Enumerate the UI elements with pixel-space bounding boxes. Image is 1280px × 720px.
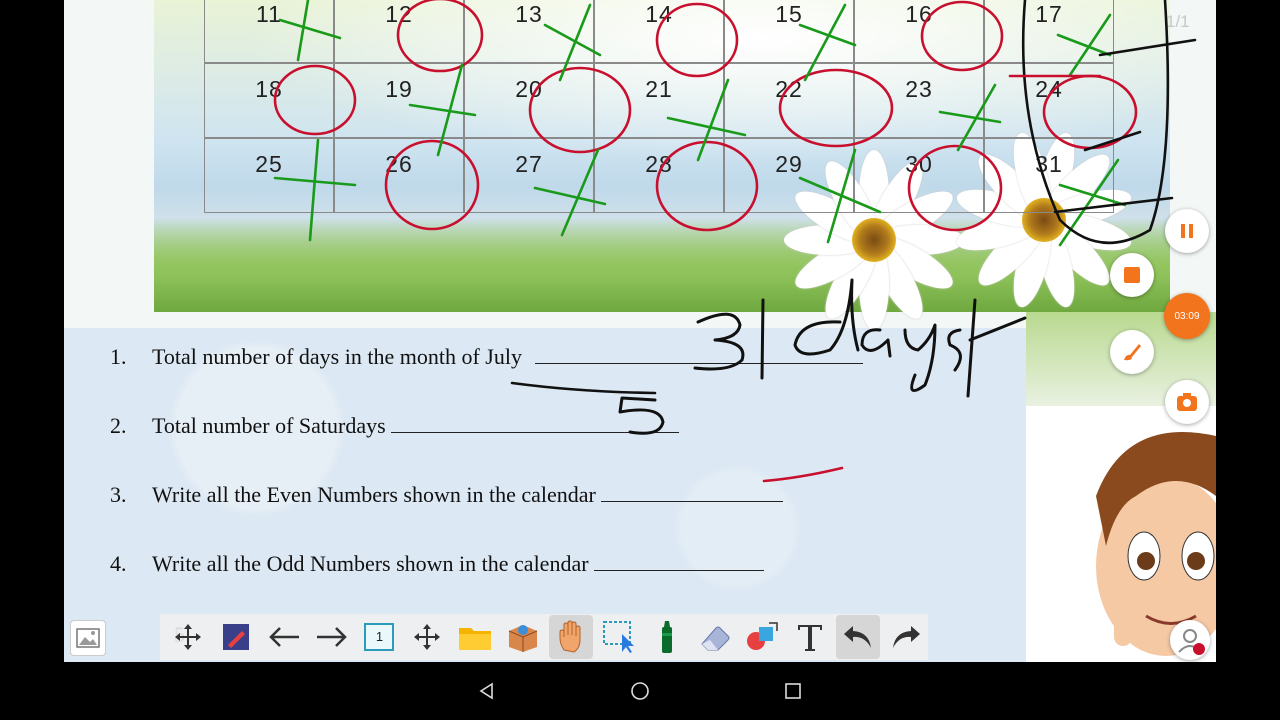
stop-icon: [1124, 267, 1140, 283]
calendar-cell: 24: [984, 63, 1114, 138]
calendar-cell: 18: [204, 63, 334, 138]
question-number: 3.: [110, 482, 127, 507]
page-button[interactable]: 1: [358, 615, 402, 659]
question-item: 3. Write all the Even Numbers shown in th…: [110, 482, 784, 508]
recents-square-icon: [785, 683, 801, 699]
pen-select-icon: [222, 624, 249, 650]
camera-button[interactable]: [1165, 380, 1209, 424]
drawing-toolbar: 1: [160, 614, 928, 660]
answer-blank: [391, 414, 680, 433]
calendar-cell: 15: [724, 0, 854, 63]
question-number: 4.: [110, 551, 127, 576]
shapes-icon: [747, 622, 779, 650]
calendar-cell: 23: [854, 63, 984, 138]
calendar-cell: 14: [594, 0, 724, 63]
calendar-grid: 11 12 13 14 15 16 17 18 19 20 21 22 23 2…: [204, 0, 1124, 238]
eraser-button[interactable]: [693, 615, 737, 659]
page-number: 1: [364, 623, 395, 651]
worksheet: 1. Total number of days in the month of J…: [64, 328, 1026, 662]
pause-button[interactable]: [1165, 209, 1209, 253]
brush-button[interactable]: [1110, 330, 1154, 374]
pan-icon: [414, 624, 441, 650]
calendar-cell: 29: [724, 138, 854, 213]
text-tool-button[interactable]: [788, 615, 832, 659]
brush-icon: [1124, 344, 1141, 361]
stop-button[interactable]: [1110, 253, 1154, 297]
avatar-button[interactable]: [1170, 620, 1210, 660]
calendar-cell: 20: [464, 63, 594, 138]
undo-button[interactable]: [836, 615, 881, 659]
question-item: 4. Write all the Odd Numbers shown in the…: [110, 551, 765, 577]
answer-blank: [601, 483, 784, 502]
hand-tool-button[interactable]: [549, 615, 593, 659]
selection-button[interactable]: [597, 615, 641, 659]
question-text: Total number of Saturdays: [152, 413, 386, 438]
question-text: Write all the Odd Numbers shown in the c…: [152, 551, 589, 576]
calendar-cell: 17: [984, 0, 1114, 63]
user-icon: [1178, 629, 1205, 655]
question-item: 2. Total number of Saturdays: [110, 413, 680, 439]
back-triangle-icon: [479, 682, 493, 700]
answer-blank: [535, 345, 864, 364]
question-text: Total number of days in the month of Jul…: [152, 344, 522, 369]
calendar-cell: 27: [464, 138, 594, 213]
pen-select-button[interactable]: [214, 615, 258, 659]
page-indicator: 1/1: [1166, 12, 1190, 31]
marker-button[interactable]: [645, 615, 689, 659]
calendar-cell: 22: [724, 63, 854, 138]
whiteboard-screen[interactable]: 11 12 13 14 15 16 17 18 19 20 21 22 23 2…: [64, 0, 1216, 662]
back-button[interactable]: [472, 676, 502, 706]
calendar-image: 11 12 13 14 15 16 17 18 19 20 21 22 23 2…: [154, 0, 1170, 330]
resources-button[interactable]: [501, 615, 545, 659]
text-icon: [798, 625, 823, 651]
calendar-cell: 28: [594, 138, 724, 213]
selection-icon: [602, 621, 634, 653]
folder-icon: [459, 628, 492, 650]
open-folder-button[interactable]: [453, 615, 497, 659]
box-icon: [508, 625, 538, 652]
pan-button[interactable]: [405, 615, 449, 659]
calendar-cell: 31: [984, 138, 1114, 213]
answer-blank: [594, 552, 765, 571]
shapes-button[interactable]: [741, 615, 785, 659]
home-circle-icon: [631, 682, 649, 700]
calendar-cell: 21: [594, 63, 724, 138]
calendar-cell: 12: [334, 0, 464, 63]
recording-timer: 03:09: [1164, 293, 1210, 339]
undo-icon: [844, 626, 872, 648]
question-item: 1. Total number of days in the month of J…: [110, 344, 864, 370]
marker-icon: [661, 621, 672, 653]
previous-page-button[interactable]: [262, 615, 306, 659]
move-icon: [174, 624, 201, 650]
pause-icon: [1181, 224, 1193, 238]
calendar-cell: 25: [204, 138, 334, 213]
redo-icon: [893, 626, 921, 648]
eraser-icon: [700, 626, 730, 651]
recents-button[interactable]: [778, 676, 808, 706]
redo-button[interactable]: [884, 615, 928, 659]
calendar-cell: 16: [854, 0, 984, 63]
arrow-right-icon: [316, 627, 347, 647]
gallery-button[interactable]: [70, 620, 106, 656]
question-text: Write all the Even Numbers shown in the …: [152, 482, 596, 507]
arrow-left-icon: [268, 627, 299, 647]
move-button[interactable]: [166, 615, 210, 659]
system-navigation-bar: [0, 662, 1280, 720]
calendar-cell: 13: [464, 0, 594, 63]
question-number: 2.: [110, 413, 127, 438]
image-icon: [76, 628, 100, 648]
home-button[interactable]: [625, 676, 655, 706]
camera-icon: [1177, 393, 1197, 411]
next-page-button[interactable]: [310, 615, 354, 659]
question-number: 1.: [110, 344, 127, 369]
calendar-cell: 30: [854, 138, 984, 213]
calendar-cell: 11: [204, 0, 334, 63]
calendar-cell: 19: [334, 63, 464, 138]
hand-icon: [559, 620, 581, 653]
calendar-cell: 26: [334, 138, 464, 213]
